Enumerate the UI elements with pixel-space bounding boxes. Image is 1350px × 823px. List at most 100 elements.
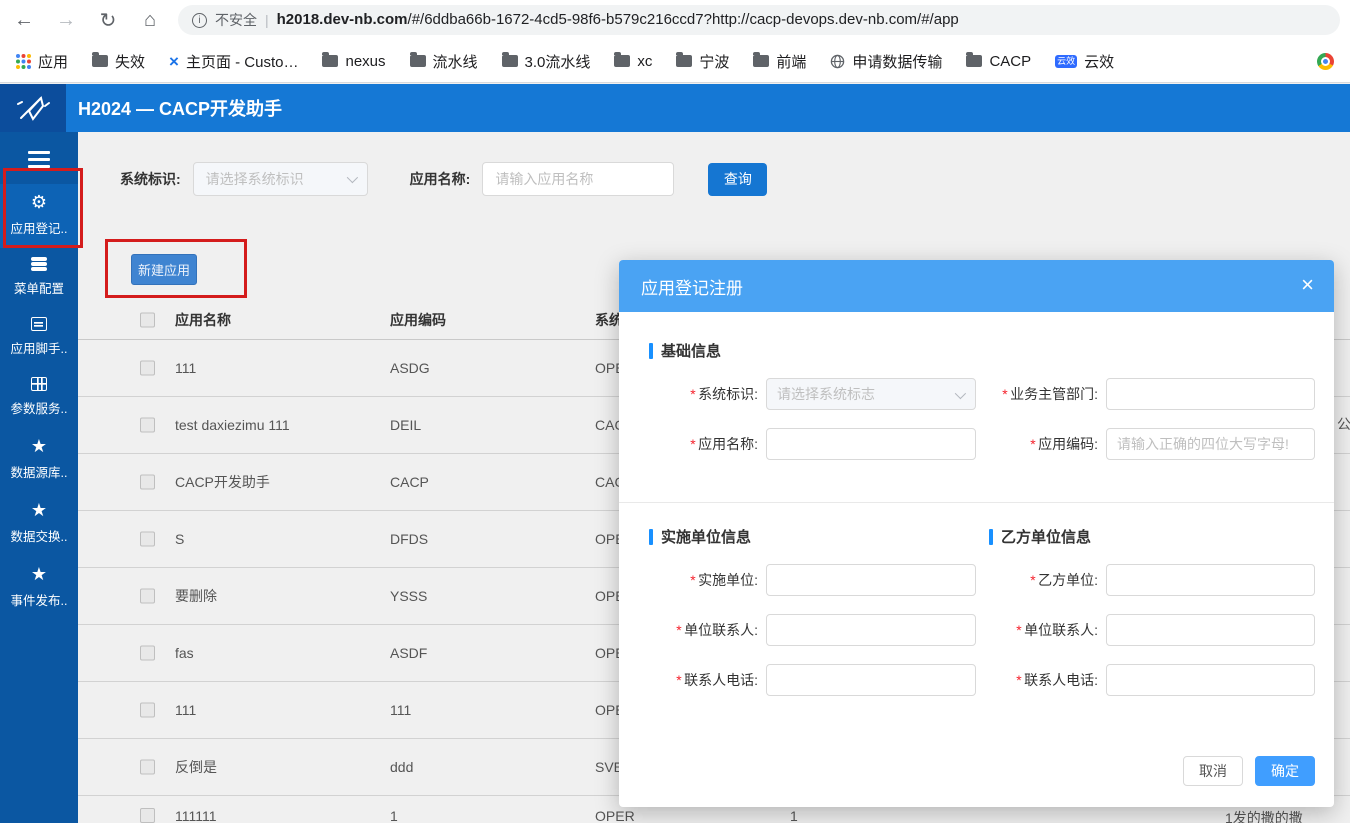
bookmark-data-transfer[interactable]: 申请数据传输 [830,51,942,72]
cell-extra: 1 [790,808,798,823]
app-name-input-modal[interactable] [766,428,976,460]
star-icon: ★ [31,437,47,455]
impl-unit-input[interactable] [766,564,976,596]
impl-contact-input[interactable] [766,614,976,646]
cell-app-code: YSSS [390,588,427,604]
required-mark: * [676,672,681,688]
bookmark-ningbo[interactable]: 宁波 [676,51,729,72]
url-path: /#/6ddba66b-1672-4cd5-98f6-b579c216ccd7?… [408,11,959,28]
bookmark-yunxiao[interactable]: 云效 云效 [1055,51,1114,72]
chrome-profile-icon[interactable] [1317,53,1334,70]
chevron-down-icon [346,172,357,183]
sidebar-item-label: 参数服务.. [11,398,68,417]
info-icon[interactable]: i [192,13,207,28]
bookmark-label: 失效 [115,51,145,72]
app-register-modal: 应用登记注册 × 基础信息 *系统标识: 请选择系统标志 *业务主管部门: *应… [619,260,1334,807]
row-checkbox[interactable] [140,760,155,775]
filter-bar: 系统标识: 请选择系统标识 应用名称: 查询 [120,162,767,196]
menu-toggle-icon[interactable] [28,147,50,172]
close-icon[interactable]: × [1301,272,1314,298]
cell-app-code: ASDF [390,645,427,661]
cell-app-name: 反倒是 [175,757,217,777]
sidebar-item-menu-config[interactable]: 菜单配置 [0,248,78,308]
folder-icon [322,55,338,67]
required-mark: * [690,572,695,588]
field-dept: *业务主管部门: [949,378,1315,410]
row-checkbox[interactable] [140,532,155,547]
bookmark-label: 前端 [776,51,806,72]
bookmark-label: 流水线 [433,51,478,72]
sidebar-item-param-service[interactable]: 参数服务.. [0,368,78,428]
folder-icon [502,55,518,67]
cell-app-code: DFDS [390,531,428,547]
sidebar-item-label: 应用脚手.. [11,338,68,357]
sidebar-item-app-scaffold[interactable]: 应用脚手.. [0,308,78,368]
app-name-input[interactable] [482,162,674,196]
folder-icon [676,55,692,67]
reload-icon[interactable]: ↻ [94,6,122,34]
system-id-placeholder: 请选择系统标识 [206,169,304,189]
bookmark-apps[interactable]: 应用 [16,51,68,72]
row-checkbox[interactable] [140,475,155,490]
cell-app-code: ASDG [390,360,430,376]
cell-app-name: fas [175,645,194,661]
confirm-button[interactable]: 确定 [1255,756,1315,786]
section-bar [989,529,993,545]
bookmark-frontend[interactable]: 前端 [753,51,806,72]
impl-phone-input[interactable] [766,664,976,696]
section-bar [649,529,653,545]
globe-icon [830,54,845,69]
bookmark-homepage[interactable]: × 主页面 - Custo… [169,51,298,72]
row-checkbox[interactable] [140,418,155,433]
forward-icon[interactable]: → [52,6,80,34]
cell-app-name: 111111 [175,808,217,823]
url-bar[interactable]: i 不安全 | h2018.dev-nb.com/#/6ddba66b-1672… [178,5,1340,35]
row-checkbox[interactable] [140,808,155,823]
bookmark-cacp[interactable]: CACP [966,53,1031,70]
cell-app-code: CACP [390,474,429,490]
section-title: 实施单位信息 [661,526,751,547]
search-button[interactable]: 查询 [708,163,767,196]
screen: ← → ↻ ⌂ i 不安全 | h2018.dev-nb.com/#/6ddba… [0,0,1350,823]
row-checkbox[interactable] [140,703,155,718]
system-id-select-modal[interactable]: 请选择系统标志 [766,378,976,410]
bookmark-pipeline[interactable]: 流水线 [410,51,478,72]
cell-extra: 1发的撒的撒 [1225,808,1303,823]
row-checkbox[interactable] [140,646,155,661]
b-phone-input[interactable] [1106,664,1315,696]
sidebar-item-app-register[interactable]: ⚙ 应用登记.. [0,184,78,248]
field-b-phone: *联系人电话: [949,664,1315,696]
bookmark-nexus[interactable]: nexus [322,53,385,70]
cancel-button[interactable]: 取消 [1183,756,1243,786]
star-icon: ★ [31,565,47,583]
url-domain: h2018.dev-nb.com [277,11,408,28]
cell-app-name: S [175,531,184,547]
row-checkbox[interactable] [140,361,155,376]
bookmark-shixiao[interactable]: 失效 [92,51,145,72]
folder-icon [614,55,630,67]
bookmark-pipeline30[interactable]: 3.0流水线 [502,51,591,72]
new-app-button[interactable]: 新建应用 [131,254,197,285]
field-label: 系统标识: [698,386,758,402]
back-icon[interactable]: ← [10,6,38,34]
system-id-select[interactable]: 请选择系统标识 [193,162,368,196]
section-impl-unit: 实施单位信息 [649,526,751,547]
field-label: 联系人电话: [1024,672,1098,688]
sidebar-item-data-exchange[interactable]: ★ 数据交换.. [0,492,78,556]
home-icon[interactable]: ⌂ [136,6,164,34]
bookmark-xc[interactable]: xc [614,53,652,70]
select-all-checkbox[interactable] [140,312,155,327]
bookmarks-bar: 应用 失效 × 主页面 - Custo… nexus 流水线 3.0流水线 xc [0,40,1350,83]
folder-icon [966,55,982,67]
cell-app-code: ddd [390,759,413,775]
field-b-contact: *单位联系人: [949,614,1315,646]
dept-input[interactable] [1106,378,1315,410]
sidebar-item-datasource[interactable]: ★ 数据源库.. [0,428,78,492]
b-contact-input[interactable] [1106,614,1315,646]
b-unit-input[interactable] [1106,564,1315,596]
app-code-input[interactable] [1106,428,1315,460]
sidebar-item-event-publish[interactable]: ★ 事件发布.. [0,556,78,620]
bookmark-label: 宁波 [699,51,729,72]
row-checkbox[interactable] [140,589,155,604]
section-party-b: 乙方单位信息 [989,526,1091,547]
